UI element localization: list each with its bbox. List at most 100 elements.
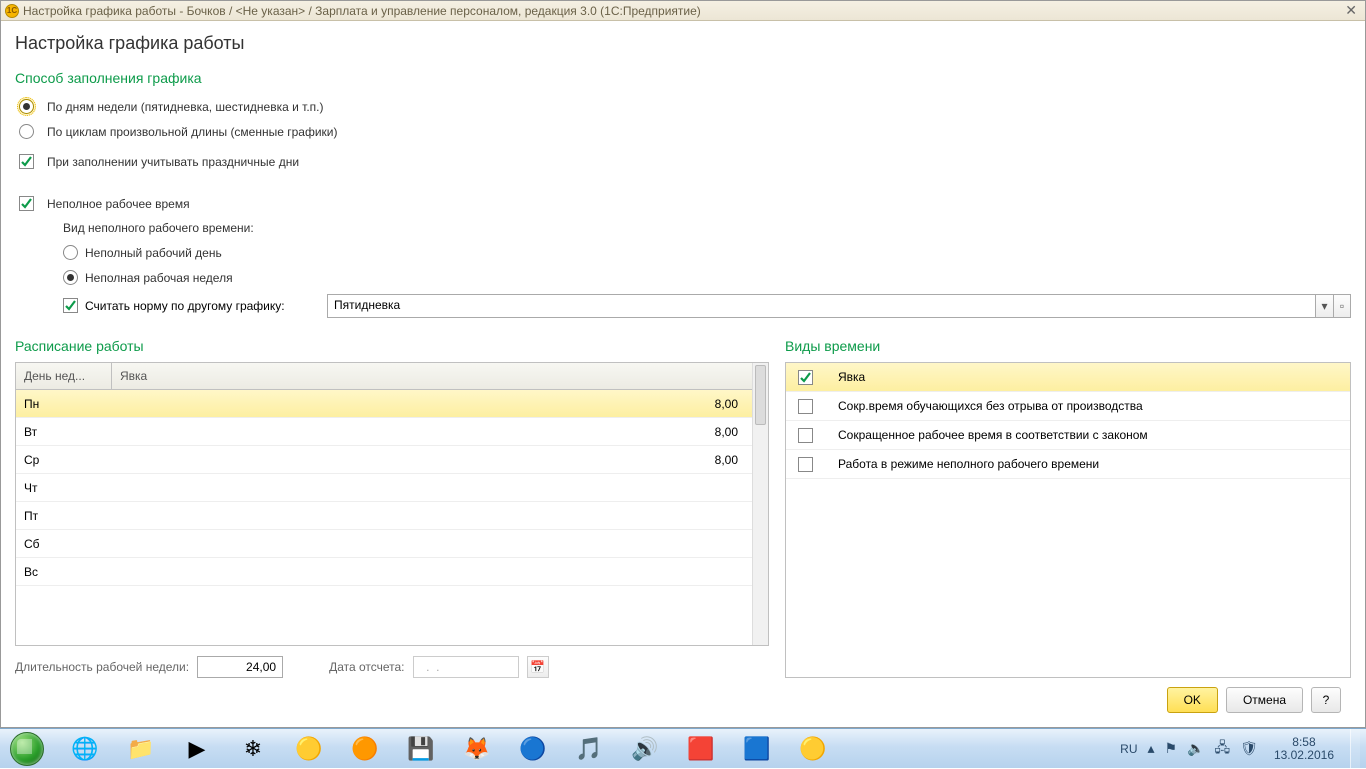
checkbox-holidays[interactable] [19,154,34,169]
radio-part-day[interactable] [63,245,78,260]
tray-chevron-up-icon[interactable]: ▴ [1148,740,1155,757]
bottom-fields: Длительность рабочей недели: Дата отсчет… [15,656,769,678]
cell-day: Чт [16,481,112,495]
timetypes-grid: ЯвкаСокр.время обучающихся без отрыва от… [785,362,1351,678]
timetypes-panel: Виды времени ЯвкаСокр.время обучающихся … [785,334,1351,678]
option-parttime[interactable]: Неполное рабочее время [19,196,1351,211]
section-timetypes: Виды времени [785,338,1351,354]
cell-day: Пн [16,397,112,411]
option-by-days[interactable]: По дням недели (пятидневка, шестидневка … [19,99,1351,114]
tray-shield-icon[interactable]: 🛡 [1240,740,1258,757]
tray-clock[interactable]: 8:58 13.02.2016 [1268,736,1340,762]
taskbar-apps: 🌐 📁 ▶ ❄ 🟡 🟠 💾 🦊 🔵 🎵 🔊 🟥 🟦 🟡 [58,730,840,768]
checkbox-parttime[interactable] [19,196,34,211]
close-icon[interactable]: ✕ [1341,2,1361,19]
checkbox-timetype[interactable] [798,457,813,472]
label-parttime-type-row: Вид неполного рабочего времени: [63,221,1351,235]
help-button-label: ? [1323,693,1330,707]
tray-language[interactable]: RU [1120,742,1137,756]
radio-by-cycles-label: По циклам произвольной длины (сменные гр… [47,125,338,139]
col-attendance-header[interactable]: Явка [112,363,752,389]
timetypes-body: ЯвкаСокр.время обучающихся без отрыва от… [786,363,1350,677]
scrollbar-thumb[interactable] [755,365,766,425]
taskbar-app-1c-v7[interactable]: 🟡 [282,730,336,768]
taskbar-app-save[interactable]: 💾 [394,730,448,768]
table-row[interactable]: Пт [16,502,752,530]
titlebar: 1C Настройка графика работы - Бочков / <… [1,1,1365,21]
radio-part-week[interactable] [63,270,78,285]
taskbar-app-yandex[interactable]: 🟥 [674,730,728,768]
norm-schedule-input[interactable]: Пятидневка [327,294,1315,318]
row-norm-other-schedule: Считать норму по другому графику: Пятидн… [63,294,1351,318]
option-part-week[interactable]: Неполная рабочая неделя [63,270,1351,285]
cell-value[interactable]: 8,00 [112,397,752,411]
checkbox-timetype[interactable] [798,399,813,414]
checkbox-norm[interactable] [63,298,78,313]
start-button[interactable] [0,729,54,769]
cell-value[interactable]: 8,00 [112,453,752,467]
list-item[interactable]: Сокр.время обучающихся без отрыва от про… [786,392,1350,421]
input-ref-date[interactable] [413,656,519,678]
list-item[interactable]: Явка [786,363,1350,392]
ok-button[interactable]: OK [1167,687,1218,713]
cell-day: Пт [16,509,112,523]
checkbox-timetype[interactable] [798,428,813,443]
option-part-day[interactable]: Неполный рабочий день [63,245,1351,260]
taskbar-app-generic1[interactable]: ❄ [226,730,280,768]
option-by-cycles[interactable]: По циклам произвольной длины (сменные гр… [19,124,1351,139]
taskbar-app-media[interactable]: ▶ [170,730,224,768]
radio-by-days-label: По дням недели (пятидневка, шестидневка … [47,100,324,114]
cell-day: Сб [16,537,112,551]
window-title: Настройка графика работы - Бочков / <Не … [23,4,701,18]
taskbar-app-ie[interactable]: 🌐 [58,730,112,768]
show-desktop-button[interactable] [1350,729,1360,769]
cancel-button[interactable]: Отмена [1226,687,1303,713]
table-row[interactable]: Вт8,00 [16,418,752,446]
option-holidays[interactable]: При заполнении учитывать праздничные дни [19,154,1351,169]
cancel-button-label: Отмена [1243,693,1286,707]
taskbar-app-music[interactable]: 🎵 [562,730,616,768]
taskbar-app-1c[interactable]: 🟠 [338,730,392,768]
windows-logo-icon [10,732,44,766]
col-day-header[interactable]: День нед... [16,363,112,389]
vertical-scrollbar[interactable] [752,363,768,645]
checkbox-parttime-label: Неполное рабочее время [47,197,190,211]
taskbar-app-explorer[interactable]: 📁 [114,730,168,768]
open-dialog-icon[interactable]: ▫ [1333,294,1351,318]
radio-part-week-label: Неполная рабочая неделя [85,271,233,285]
tray-date: 13.02.2016 [1274,749,1334,762]
taskbar-app-firefox[interactable]: 🦊 [450,730,504,768]
schedule-grid-header: День нед... Явка [16,363,752,390]
list-item[interactable]: Сокращенное рабочее время в соответствии… [786,421,1350,450]
table-row[interactable]: Сб [16,530,752,558]
tray-flag-icon[interactable]: ⚑ [1165,740,1178,757]
norm-schedule-select[interactable]: Пятидневка ▾ ▫ [327,294,1351,318]
taskbar-app-chrome[interactable]: 🔵 [506,730,560,768]
cell-value[interactable]: 8,00 [112,425,752,439]
timetype-label: Сокращенное рабочее время в соответствии… [826,428,1344,442]
input-week-length[interactable] [197,656,283,678]
radio-by-cycles[interactable] [19,124,34,139]
app-icon-1c: 1C [5,4,19,18]
schedule-panel: Расписание работы День нед... Явка Пн8,0… [15,334,769,678]
cell-day: Ср [16,453,112,467]
tray-network-icon[interactable]: 🖧 [1215,737,1231,761]
taskbar-app-1c-2[interactable]: 🟡 [786,730,840,768]
radio-part-day-label: Неполный рабочий день [85,246,222,260]
dropdown-icon[interactable]: ▾ [1315,294,1333,318]
section-schedule: Расписание работы [15,338,769,354]
tray-volume-icon[interactable]: 🔈 [1187,740,1204,757]
list-item[interactable]: Работа в режиме неполного рабочего време… [786,450,1350,479]
table-row[interactable]: Вс [16,558,752,586]
timetype-label: Работа в режиме неполного рабочего време… [826,457,1344,471]
table-row[interactable]: Чт [16,474,752,502]
help-button[interactable]: ? [1311,687,1341,713]
taskbar-app-sound[interactable]: 🔊 [618,730,672,768]
table-row[interactable]: Ср8,00 [16,446,752,474]
taskbar-app-skype[interactable]: 🟦 [730,730,784,768]
radio-by-days[interactable] [19,99,34,114]
table-row[interactable]: Пн8,00 [16,390,752,418]
calendar-icon[interactable]: 📅 [527,656,549,678]
page-title: Настройка графика работы [15,33,1351,54]
checkbox-timetype[interactable] [798,370,813,385]
